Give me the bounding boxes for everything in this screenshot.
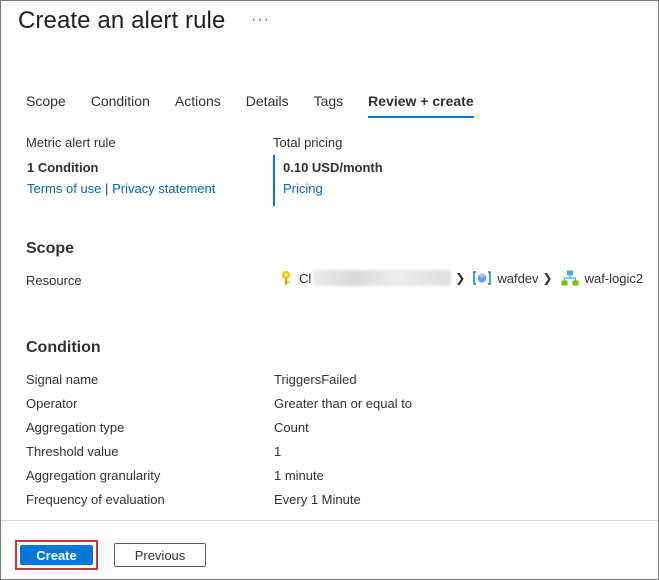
create-button-highlight: Create	[15, 540, 98, 570]
key-icon	[279, 270, 293, 286]
pricing-link[interactable]: Pricing	[283, 181, 323, 196]
logic-app-icon	[561, 270, 579, 286]
more-options-button[interactable]: ···	[251, 11, 270, 29]
pricing-label: Total pricing	[273, 135, 343, 150]
tab-details[interactable]: Details	[246, 93, 289, 118]
frequency-of-evaluation-value: Every 1 Minute	[274, 492, 361, 507]
create-button[interactable]: Create	[20, 545, 93, 565]
aggregation-granularity-value: 1 minute	[274, 468, 324, 483]
previous-button[interactable]: Previous	[114, 543, 206, 567]
subscription-name[interactable]: Cl	[299, 271, 311, 286]
resource-group-icon	[473, 270, 492, 286]
signal-name-value: TriggersFailed	[274, 372, 357, 387]
scope-section-title: Scope	[26, 240, 75, 257]
tab-scope[interactable]: Scope	[26, 93, 66, 118]
frequency-of-evaluation-label: Frequency of evaluation	[26, 492, 165, 507]
redacted-subscription-id	[313, 270, 452, 286]
legal-links: Terms of use | Privacy statement	[27, 181, 215, 196]
condition-section-title: Condition	[26, 339, 101, 356]
chevron-right-icon: ❯	[455, 271, 466, 285]
operator-label: Operator	[26, 396, 78, 411]
footer-divider	[1, 520, 658, 521]
pricing-accent-bar	[273, 155, 275, 206]
tab-review-create[interactable]: Review + create	[368, 93, 475, 118]
chevron-right-icon: ❯	[542, 271, 553, 285]
signal-name-label: Signal name	[26, 372, 99, 387]
pricing-value: 0.10 USD/month	[283, 160, 383, 175]
threshold-value-value: 1	[274, 444, 282, 459]
tab-actions[interactable]: Actions	[175, 93, 221, 118]
condition-count-text: 1 Condition	[27, 160, 99, 175]
aggregation-granularity-label: Aggregation granularity	[26, 468, 161, 483]
tab-condition[interactable]: Condition	[91, 93, 150, 118]
threshold-value-label: Threshold value	[26, 444, 119, 459]
tab-tags[interactable]: Tags	[314, 93, 344, 118]
page-title: Create an alert rule	[18, 7, 226, 34]
resource-name[interactable]: waf-logic2	[585, 271, 644, 286]
resource-breadcrumb: Cl ❯ wafdev ❯ waf-logic2	[279, 270, 643, 286]
dialog-frame: Create an alert rule ··· Scope Condition…	[0, 0, 659, 580]
rule-type-text: Metric alert rule	[26, 135, 116, 150]
operator-value: Greater than or equal to	[274, 396, 413, 411]
aggregation-type-label: Aggregation type	[26, 420, 125, 435]
resource-group-name[interactable]: wafdev	[497, 271, 538, 286]
terms-of-use-link[interactable]: Terms of use	[27, 181, 101, 196]
privacy-statement-link[interactable]: Privacy statement	[112, 181, 215, 196]
wizard-tabs: Scope Condition Actions Details Tags Rev…	[26, 93, 499, 118]
link-separator: |	[105, 181, 109, 196]
aggregation-type-value: Count	[274, 420, 309, 435]
resource-label: Resource	[26, 273, 82, 288]
